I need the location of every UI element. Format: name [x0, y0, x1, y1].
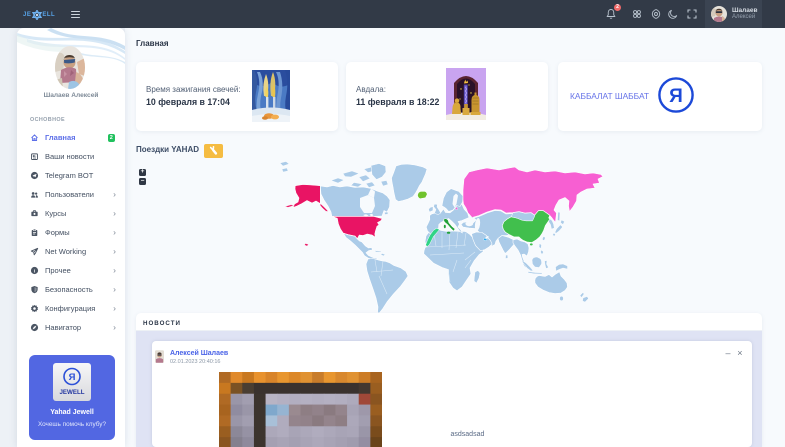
svg-text:Я: Я: [69, 372, 76, 383]
svg-text:i: i: [34, 268, 35, 274]
svg-text:JEWELL: JEWELL: [59, 389, 84, 396]
svg-text:Я: Я: [669, 86, 683, 107]
